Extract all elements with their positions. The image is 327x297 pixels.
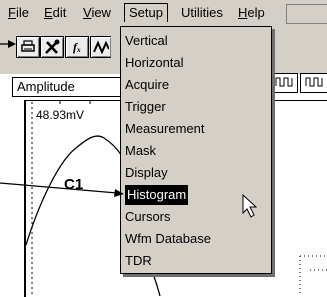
- mouse-cursor-icon: [242, 193, 258, 218]
- arrow-head-icon: [114, 189, 124, 197]
- annotations: [0, 40, 258, 218]
- callout-arrow-histogram: [0, 182, 118, 194]
- arrow-head-icon: [8, 40, 16, 48]
